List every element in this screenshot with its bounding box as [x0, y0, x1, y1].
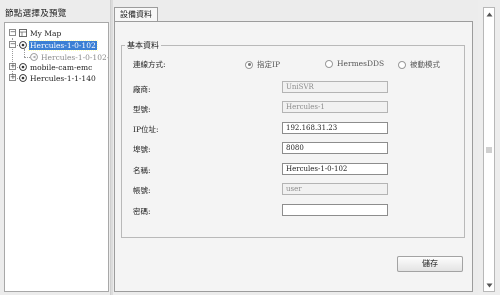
port-label: 埠號: — [133, 145, 151, 154]
camera-device-icon — [19, 41, 27, 49]
tree-expand-toggle[interactable]: + — [9, 74, 16, 81]
camera-device-icon — [19, 63, 27, 71]
scroll-down-icon[interactable] — [484, 280, 494, 290]
tab-device-info[interactable]: 設備資料 — [114, 7, 158, 22]
ip-address-input[interactable]: 192.168.31.23 — [282, 122, 388, 134]
scroll-up-icon[interactable] — [484, 9, 494, 19]
basic-info-group-title: 基本資料 — [125, 40, 161, 51]
tree-node-label: Hercules-1-0-102-C — [41, 52, 109, 62]
tree-collapse-toggle[interactable]: − — [9, 41, 16, 48]
tree-node-my-map[interactable]: My Map — [19, 28, 62, 38]
device-name-label: 名稱: — [133, 166, 151, 175]
scrollbar-track[interactable] — [483, 7, 495, 292]
radio-hermes-dds[interactable]: HermesDDS — [325, 59, 384, 68]
tree-node-mobile-cam-emc[interactable]: mobile-cam-emc — [19, 62, 93, 72]
tree-node-hercules-1-1-140[interactable]: Hercules-1-1-140 — [19, 73, 97, 83]
connection-mode-label: 連線方式: — [133, 60, 166, 69]
account-label: 帳號: — [133, 186, 151, 195]
model-field: Hercules-1 — [282, 101, 388, 113]
save-button[interactable]: 儲存 — [397, 256, 463, 272]
panel-splitter[interactable] — [110, 0, 113, 295]
camera-device-icon — [19, 74, 27, 82]
node-tree[interactable]: − My Map − Hercules-1-0-102 Hercules-1-0… — [4, 22, 109, 292]
tree-node-hercules-channel[interactable]: Hercules-1-0-102-C — [30, 52, 109, 62]
tree-node-label: Hercules-1-1-140 — [30, 73, 96, 83]
radio-selected-indicator — [245, 60, 253, 69]
tree-node-hercules-1-0-102[interactable]: Hercules-1-0-102 — [19, 39, 98, 51]
radio-label: 被動模式 — [410, 60, 440, 69]
tree-collapse-toggle[interactable]: − — [9, 29, 16, 36]
port-input[interactable]: 8080 — [282, 142, 388, 154]
radio-label: HermesDDS — [337, 59, 385, 68]
account-field: user — [282, 183, 388, 195]
ip-address-label: IP位址: — [133, 125, 159, 134]
password-input[interactable] — [282, 204, 388, 216]
model-label: 型號: — [133, 105, 151, 114]
radio-indicator — [325, 59, 333, 68]
tree-node-label: My Map — [30, 28, 62, 38]
scroll-thumb-grip-icon[interactable] — [485, 144, 493, 156]
camera-channel-icon — [30, 53, 38, 61]
password-label: 密碼: — [133, 207, 151, 216]
radio-passive-mode[interactable]: 被動模式 — [398, 59, 440, 70]
node-tree-title: 節點選擇及預覽 — [5, 9, 67, 19]
tree-connector — [24, 49, 25, 57]
vertical-scrollbar[interactable] — [478, 0, 500, 295]
device-name-input[interactable]: Hercules-1-0-102 — [282, 163, 388, 175]
radio-label: 指定IP — [257, 60, 281, 69]
radio-indicator — [398, 60, 406, 69]
map-icon — [19, 29, 27, 37]
tree-node-label: Hercules-1-0-102 — [28, 39, 98, 51]
tree-expand-toggle[interactable]: + — [9, 63, 16, 70]
vendor-field: UniSVR — [282, 81, 388, 93]
vendor-label: 廠商: — [133, 85, 151, 94]
radio-fixed-ip[interactable]: 指定IP — [245, 59, 280, 70]
tree-node-label: mobile-cam-emc — [30, 62, 93, 72]
